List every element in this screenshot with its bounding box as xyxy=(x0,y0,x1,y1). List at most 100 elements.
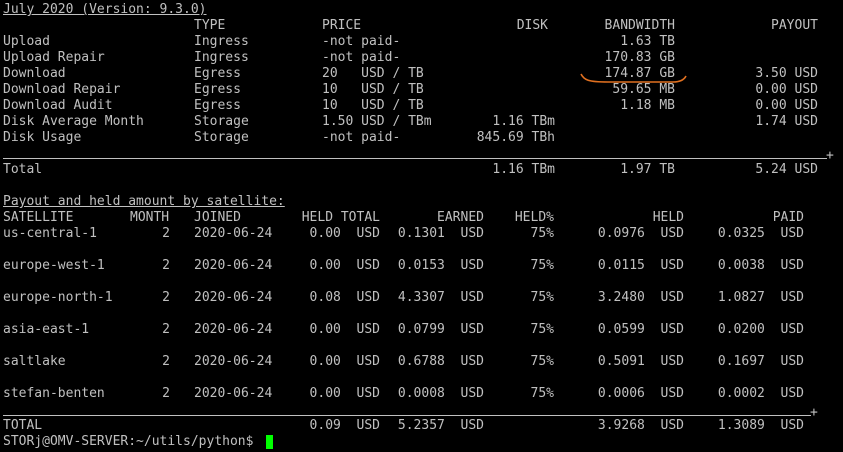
row-type: Egress xyxy=(194,98,241,113)
sat-month: 2 xyxy=(162,354,170,369)
sat-held-total: 0.00 USD xyxy=(309,322,380,337)
row-payout: 3.50 USD xyxy=(755,66,818,81)
sat-paid: 0.0200 USD xyxy=(717,322,804,337)
sat-col-earned: EARNED xyxy=(437,210,484,225)
sat-joined: 2020-06-24 xyxy=(194,322,273,337)
row-price: -not paid- xyxy=(322,34,401,49)
total-bandwidth: 1.97 TB xyxy=(620,162,675,177)
sat-paid: 1.0827 USD xyxy=(717,290,804,305)
sat-held: 0.5091 USD xyxy=(597,354,684,369)
sat-paid: 0.0002 USD xyxy=(717,386,804,401)
sat-held-pct: 75% xyxy=(530,290,554,305)
col-price-header: PRICE xyxy=(322,18,362,33)
row-name: Upload xyxy=(3,34,50,49)
sat-held: 0.0599 USD xyxy=(597,322,684,337)
sat-col-satellite: SATELLITE xyxy=(3,210,74,225)
sat-earned: 0.0008 USD xyxy=(397,386,484,401)
sat-paid: 0.0325 USD xyxy=(717,226,804,241)
sat-month: 2 xyxy=(162,322,170,337)
row-disk xyxy=(460,98,555,114)
sat-month: 2 xyxy=(162,386,170,401)
row-payout xyxy=(700,34,818,50)
col-bandwidth-header: BANDWIDTH xyxy=(604,18,675,33)
sat-col-held: HELD xyxy=(652,210,684,225)
sat-paid: 0.0038 USD xyxy=(717,258,804,273)
row-disk: 845.69 TBh xyxy=(476,130,555,145)
sat-total-earned: 5.2357 USD xyxy=(397,418,484,433)
row-price: 20 USD / TB xyxy=(322,66,424,81)
sat-held-total: 0.00 USD xyxy=(309,226,380,241)
report-title: July 2020 (Version: 9.3.0) xyxy=(3,2,207,17)
sat-earned: 0.6788 USD xyxy=(397,354,484,369)
total-disk: 1.16 TBm xyxy=(492,162,555,177)
sat-held: 3.2480 USD xyxy=(597,290,684,305)
satellite-section-title: Payout and held amount by satellite: xyxy=(3,194,285,209)
row-payout: 0.00 USD xyxy=(755,82,818,97)
sat-joined: 2020-06-24 xyxy=(194,258,273,273)
sat-total-held-total: 0.09 USD xyxy=(309,418,380,433)
sat-name: europe-west-1 xyxy=(3,258,105,273)
sat-name: europe-north-1 xyxy=(3,290,113,305)
row-name: Download xyxy=(3,66,66,81)
sat-held-pct: 75% xyxy=(530,322,554,337)
row-price: 10 USD / TB xyxy=(322,98,424,113)
sat-held-total: 0.00 USD xyxy=(309,354,380,369)
sat-held-total: 0.00 USD xyxy=(309,258,380,273)
sat-total-held: 3.9268 USD xyxy=(597,418,684,433)
sat-month: 2 xyxy=(162,226,170,241)
col-payout-header: PAYOUT xyxy=(771,18,818,33)
row-price: 1.50 USD / TBm xyxy=(322,114,432,129)
total-payout: 5.24 USD xyxy=(755,162,818,177)
row-type: Egress xyxy=(194,82,241,97)
row-disk: 1.16 TBm xyxy=(492,114,555,129)
row-bandwidth xyxy=(560,130,675,146)
sat-total-label: TOTAL xyxy=(3,418,43,433)
sat-col-held-pct: HELD% xyxy=(514,210,554,225)
row-bandwidth: 170.83 GB xyxy=(604,50,675,65)
sat-earned: 4.3307 USD xyxy=(397,290,484,305)
row-bandwidth: 1.18 MB xyxy=(620,98,675,113)
sat-col-month: MONTH xyxy=(130,210,170,225)
sat-joined: 2020-06-24 xyxy=(194,290,273,305)
row-bandwidth: 1.63 TB xyxy=(620,34,675,49)
row-name: Download Repair xyxy=(3,82,121,97)
total-label: Total xyxy=(3,162,43,177)
sat-col-held-total: HELD TOTAL xyxy=(301,210,380,225)
sat-held-total: 0.08 USD xyxy=(309,290,380,305)
row-name: Upload Repair xyxy=(3,50,105,65)
text-cursor[interactable] xyxy=(266,435,273,449)
row-payout: 1.74 USD xyxy=(755,114,818,129)
sat-held-total: 0.00 USD xyxy=(309,386,380,401)
sat-held: 0.0115 USD xyxy=(597,258,684,273)
col-type-header: TYPE xyxy=(194,18,226,33)
sat-joined: 2020-06-24 xyxy=(194,354,273,369)
row-bandwidth xyxy=(560,114,675,130)
row-price: 10 USD / TB xyxy=(322,82,424,97)
row-price: -not paid- xyxy=(322,50,401,65)
terminal-window[interactable]: { "header_title": "July 2020 (Version: 9… xyxy=(0,0,843,452)
shell-prompt[interactable]: STORj@OMV-SERVER:~/utils/python$ xyxy=(3,434,261,450)
sat-name: saltlake xyxy=(3,354,66,369)
row-type: Ingress xyxy=(194,34,249,49)
sat-name: stefan-benten xyxy=(3,386,105,401)
sat-earned: 0.1301 USD xyxy=(397,226,484,241)
sat-paid: 0.1697 USD xyxy=(717,354,804,369)
sat-col-paid: PAID xyxy=(772,210,804,225)
table-divider xyxy=(3,158,827,159)
sat-held-pct: 75% xyxy=(530,386,554,401)
sat-joined: 2020-06-24 xyxy=(194,386,273,401)
row-payout: 0.00 USD xyxy=(755,98,818,113)
sat-earned: 0.0799 USD xyxy=(397,322,484,337)
row-disk xyxy=(460,50,555,66)
sat-col-joined: JOINED xyxy=(194,210,241,225)
row-type: Ingress xyxy=(194,50,249,65)
sat-total-paid: 1.3089 USD xyxy=(717,418,804,433)
row-type: Storage xyxy=(194,130,249,145)
row-name: Disk Average Month xyxy=(3,114,144,129)
sat-name: us-central-1 xyxy=(3,226,97,241)
sat-held-pct: 75% xyxy=(530,354,554,369)
row-payout xyxy=(700,50,818,66)
sat-month: 2 xyxy=(162,290,170,305)
row-disk xyxy=(460,34,555,50)
divider-corner: + xyxy=(826,148,834,163)
